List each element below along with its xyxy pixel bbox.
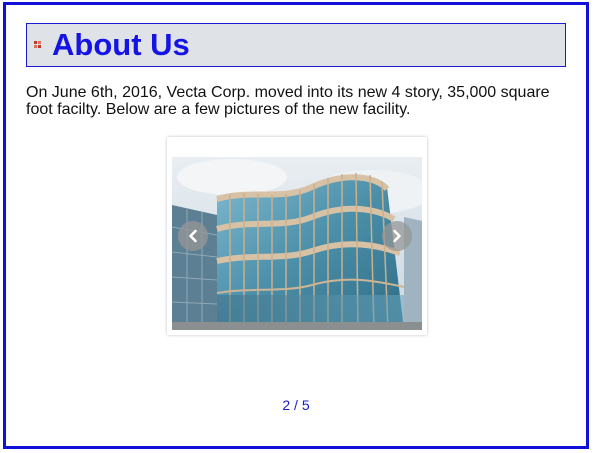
- page-title: About Us: [52, 27, 190, 62]
- photo-slideshow: [167, 137, 427, 335]
- chevron-right-icon: [393, 229, 401, 243]
- chevron-left-icon: [189, 229, 197, 243]
- page-frame: About Us On June 6th, 2016, Vecta Corp. …: [3, 2, 589, 449]
- slideshow-prev-button[interactable]: [178, 221, 208, 251]
- slide-counter: 2 / 5: [282, 397, 310, 413]
- bullet-icon: [34, 41, 41, 48]
- slideshow-next-button[interactable]: [382, 221, 412, 251]
- intro-paragraph: On June 6th, 2016, Vecta Corp. moved int…: [26, 84, 550, 118]
- page-header: About Us: [26, 23, 566, 67]
